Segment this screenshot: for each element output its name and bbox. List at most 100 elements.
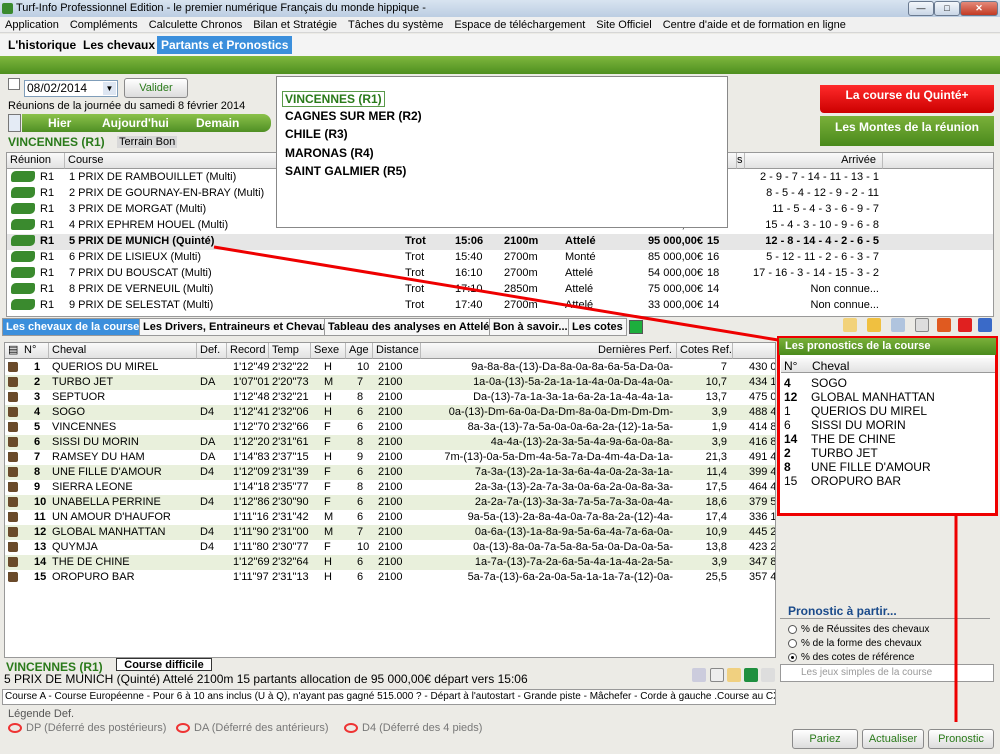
- close-button[interactable]: ✕: [960, 1, 998, 16]
- btab-bonasavoir[interactable]: Bon à savoir...: [489, 318, 572, 336]
- jeux-field[interactable]: Les jeux simples de la course: [780, 664, 994, 682]
- menu-taches[interactable]: Tâches du système: [343, 17, 449, 32]
- prono-item[interactable]: 6 SISSI DU MORIN: [784, 418, 906, 432]
- menu-calculette[interactable]: Calculette Chronos: [144, 17, 249, 32]
- search-icon[interactable]: [692, 668, 706, 682]
- menu-site[interactable]: Site Officiel: [591, 17, 657, 32]
- col-temp[interactable]: Temp: [269, 343, 311, 359]
- menu-bilan[interactable]: Bilan et Stratégie: [248, 17, 343, 32]
- menu-telechargement[interactable]: Espace de téléchargement: [449, 17, 591, 32]
- export-icon[interactable]: [761, 668, 775, 682]
- demain-button[interactable]: Demain: [196, 116, 239, 130]
- horse-row[interactable]: ✓ 6SISSI DU MORINDA1'12"202'31"61F821004…: [5, 435, 775, 450]
- prono-item[interactable]: 12 GLOBAL MANHATTAN: [784, 390, 935, 404]
- z-icon[interactable]: [958, 318, 972, 332]
- date-select[interactable]: 08/02/2014 ▼: [24, 80, 118, 97]
- tab-historique[interactable]: L'historique: [4, 36, 80, 54]
- race-row[interactable]: R1 9 PRIX DE SELESTAT (Multi) Trot 17:40 270…: [7, 298, 993, 314]
- print-icon[interactable]: [8, 114, 21, 132]
- prono-item[interactable]: 14 THE DE CHINE: [784, 432, 896, 446]
- col-reunion[interactable]: Réunion: [7, 153, 65, 169]
- new-icon[interactable]: [843, 318, 857, 332]
- edit-icon[interactable]: [727, 668, 741, 682]
- col-sexe[interactable]: Sexe: [311, 343, 346, 359]
- excel-icon[interactable]: [744, 668, 758, 682]
- horse-row[interactable]: ✓ 10UNABELLA PERRINED41'12"862'30"90F621…: [5, 495, 775, 510]
- horse-row[interactable]: ✓ 13QUYMJAD41'11"802'30"77F1021000a-(13)…: [5, 540, 775, 555]
- col-s[interactable]: s: [737, 153, 745, 169]
- col-record[interactable]: Record: [227, 343, 269, 359]
- horse-row[interactable]: ✓ 4SOGOD41'12"412'32"06H621000a-(13)-Dm-…: [5, 405, 775, 420]
- horse-row[interactable]: ✓ 7RAMSEY DU HAMDA1'14"832'37"15H921007m…: [5, 450, 775, 465]
- horse-row[interactable]: ✓ 8UNE FILLE D'AMOURD41'12"092'31"39F621…: [5, 465, 775, 480]
- col-age[interactable]: Age: [346, 343, 373, 359]
- blank-icon[interactable]: [915, 318, 929, 332]
- horse-row[interactable]: ✓ 2TURBO JETDA1'07"012'20"73M721001a-0a-…: [5, 375, 775, 390]
- horse-num: 2: [34, 376, 41, 388]
- tab-partants[interactable]: Partants et Pronostics: [157, 36, 293, 54]
- horse-row[interactable]: ✓ 11UN AMOUR D'HAUFOR1'11"162'31"42M6210…: [5, 510, 775, 525]
- col-def[interactable]: Def.: [197, 343, 227, 359]
- col-distance[interactable]: Distance: [373, 343, 421, 359]
- horse-row[interactable]: ✓ 15OROPURO BAR1'11"972'31"13H621005a-7a…: [5, 570, 775, 585]
- prono-horse: UNE FILLE D'AMOUR: [811, 460, 931, 474]
- race-row[interactable]: R1 8 PRIX DE VERNEUIL (Multi) Trot 17:10 285…: [7, 282, 993, 298]
- col-cheval[interactable]: Cheval: [49, 343, 197, 359]
- opt-reussites[interactable]: % de Réussites des chevaux: [788, 623, 996, 637]
- btab-chevaux[interactable]: Les chevaux de la course: [2, 318, 144, 336]
- reunion-option[interactable]: SAINT GALMIER (R5): [285, 164, 406, 178]
- valider-button[interactable]: Valider: [124, 78, 188, 98]
- prono-item[interactable]: 4 SOGO: [784, 376, 847, 390]
- actualiser-button[interactable]: Actualiser: [862, 729, 924, 749]
- race-distance: 2700m: [504, 251, 538, 263]
- driver-icon: [8, 557, 18, 567]
- minimize-button[interactable]: —: [908, 1, 934, 16]
- opt-cotes[interactable]: % des cotes de référence: [788, 651, 996, 665]
- opt-forme[interactable]: % de la forme des chevaux: [788, 637, 996, 651]
- horse-row[interactable]: ✓ 14THE DE CHINE1'12"692'32"64H621001a-7…: [5, 555, 775, 570]
- montes-button[interactable]: Les Montes de la réunion: [820, 116, 994, 146]
- tab-chevaux[interactable]: Les chevaux: [79, 36, 159, 54]
- race-row[interactable]: R1 5 PRIX DE MUNICH (Quinté) Trot 15:06 2100…: [7, 234, 993, 250]
- help-icon[interactable]: [978, 318, 992, 332]
- maximize-button[interactable]: □: [934, 1, 960, 16]
- pronostic-button[interactable]: Pronostic: [928, 729, 994, 749]
- prono-item[interactable]: 8 UNE FILLE D'AMOUR: [784, 460, 931, 474]
- btab-cotes[interactable]: Les cotes: [568, 318, 627, 336]
- btab-drivers[interactable]: Les Drivers, Entraineurs et Chevaux: [139, 318, 336, 336]
- horse-row[interactable]: ✓ 3SEPTUOR1'12"482'32"21H82100Da-(13)-7a…: [5, 390, 775, 405]
- hier-button[interactable]: Hier: [48, 116, 71, 130]
- page-icon[interactable]: [710, 668, 724, 682]
- menu-application[interactable]: Application: [0, 17, 65, 32]
- horse-row[interactable]: ✓ 1QUERIOS DU MIREL1'12"492'32"22H102100…: [5, 360, 775, 375]
- folder-icon[interactable]: [867, 318, 881, 332]
- alarm-icon[interactable]: [937, 318, 951, 332]
- horse-row[interactable]: ✓ 12GLOBAL MANHATTAND41'11"902'31"00M721…: [5, 525, 775, 540]
- reunion-option[interactable]: VINCENNES (R1): [282, 91, 385, 107]
- horse-row[interactable]: ✓ 5VINCENNES1'12"702'32"66F621008a-3a-(1…: [5, 420, 775, 435]
- reunion-option[interactable]: CHILE (R3): [285, 127, 348, 141]
- prono-num: 15: [784, 474, 798, 488]
- col-arrivee[interactable]: Arrivée: [745, 153, 883, 169]
- prono-item[interactable]: 1 QUERIOS DU MIREL: [784, 404, 927, 418]
- horse-row[interactable]: ✓ 9SIERRA LEONE1'14"182'35"77F821002a-3a…: [5, 480, 775, 495]
- menu-complements[interactable]: Compléments: [65, 17, 144, 32]
- menu-aide[interactable]: Centre d'aide et de formation en ligne: [658, 17, 852, 32]
- prono-item[interactable]: 2 TURBO JET: [784, 446, 878, 460]
- prono-item[interactable]: 15 OROPURO BAR: [784, 474, 901, 488]
- col-cote[interactable]: Cotes Ref.: [677, 343, 733, 359]
- calendar-icon[interactable]: [8, 78, 20, 90]
- aujourdhui-button[interactable]: Aujourd'hui: [102, 116, 169, 130]
- race-row[interactable]: R1 7 PRIX DU BOUSCAT (Multi) Trot 16:10 2700…: [7, 266, 993, 282]
- reunion-option[interactable]: MARONAS (R4): [285, 146, 374, 160]
- pariez-button[interactable]: Pariez: [792, 729, 858, 749]
- race-row[interactable]: R1 6 PRIX DE LISIEUX (Multi) Trot 15:40 2700…: [7, 250, 993, 266]
- copy-icon[interactable]: [891, 318, 905, 332]
- col-num[interactable]: ▤ N°: [5, 343, 49, 359]
- reunion-option[interactable]: CAGNES SUR MER (R2): [285, 109, 422, 123]
- col-perf[interactable]: Dernières Perf.: [421, 343, 677, 359]
- quinte-button[interactable]: La course du Quinté+: [820, 85, 994, 113]
- horse-sexe: M: [324, 511, 334, 523]
- btab-analyses[interactable]: Tableau des analyses en Attelé: [324, 318, 494, 336]
- race-info: 5 PRIX DE MUNICH (Quinté) Attelé 2100m 1…: [4, 672, 528, 686]
